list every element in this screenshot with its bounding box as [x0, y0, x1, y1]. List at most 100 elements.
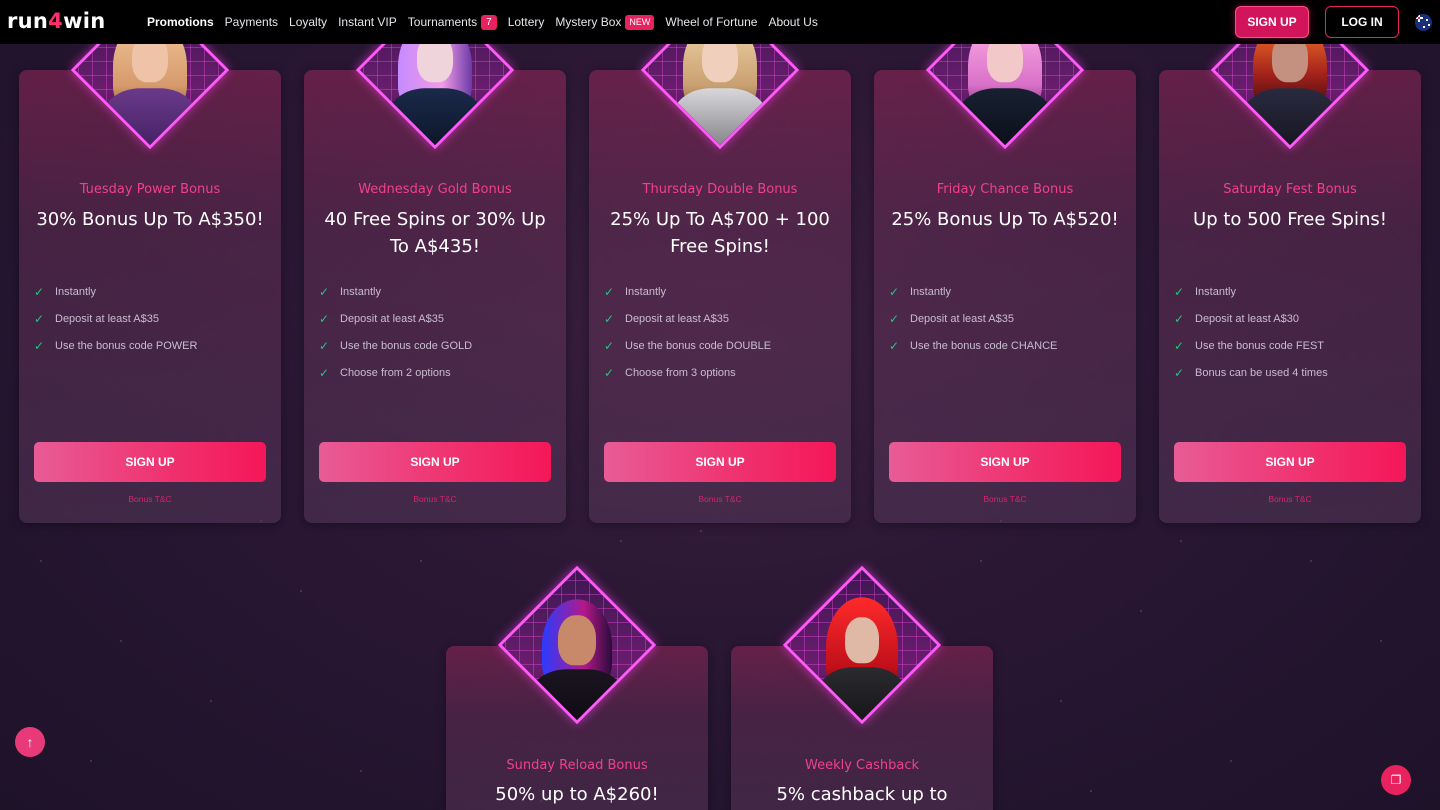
check-icon: ✓	[1174, 284, 1185, 299]
card-title: 40 Free Spins or 30% Up To A$435!	[324, 209, 546, 257]
nav-wheel-of-fortune[interactable]: Wheel of Fortune	[665, 15, 757, 29]
feature-item: ✓ Instantly	[889, 278, 1119, 305]
feature-item: ✓ Use the bonus code GOLD	[319, 332, 549, 359]
card-subtitle: Saturday Fest Bonus	[1223, 182, 1357, 197]
feature-text: Deposit at least A$35	[340, 312, 444, 325]
card-subtitle: Tuesday Power Bonus	[79, 182, 221, 197]
feature-list: ✓ Instantly ✓ Deposit at least A$35 ✓ Use the…	[34, 278, 264, 359]
feature-item: ✓ Deposit at least A$35	[319, 305, 549, 332]
feature-item: ✓ Choose from 2 options	[319, 359, 549, 386]
check-icon: ✓	[1174, 365, 1185, 380]
feature-item: ✓ Deposit at least A$35	[889, 305, 1119, 332]
bonus-tnc-link[interactable]: Bonus T&C	[1159, 494, 1421, 504]
signup-button[interactable]: SIGN UP	[34, 442, 266, 482]
nav-lottery[interactable]: Lottery	[508, 15, 545, 29]
check-icon: ✓	[319, 365, 330, 380]
check-icon: ✓	[889, 311, 900, 326]
check-icon: ✓	[604, 338, 615, 353]
feature-text: Instantly	[625, 285, 666, 298]
feature-text: Choose from 2 options	[340, 366, 451, 379]
check-icon: ✓	[889, 284, 900, 299]
feature-text: Use the bonus code GOLD	[340, 339, 473, 352]
feature-text: Choose from 3 options	[625, 366, 736, 379]
card-title: Up to 500 Free Spins!	[1193, 209, 1387, 230]
header-signup-button[interactable]: SIGN UP	[1235, 6, 1309, 38]
chat-icon[interactable]: ❐	[1381, 765, 1411, 795]
check-icon: ✓	[889, 338, 900, 353]
top-header: run4win Promotions Payments Loyalty Inst…	[0, 0, 1440, 44]
logo-suffix: win	[63, 9, 106, 33]
nav-payments[interactable]: Payments	[225, 15, 278, 29]
bonus-tnc-link[interactable]: Bonus T&C	[589, 494, 851, 504]
check-icon: ✓	[319, 284, 330, 299]
feature-text: Deposit at least A$35	[55, 312, 159, 325]
card-title: 30% Bonus Up To A$350!	[36, 209, 264, 230]
check-icon: ✓	[319, 338, 330, 353]
tournaments-count-badge: 7	[481, 14, 497, 30]
feature-text: Use the bonus code DOUBLE	[625, 339, 772, 352]
nav-instant-vip[interactable]: Instant VIP	[338, 15, 397, 29]
check-icon: ✓	[604, 311, 615, 326]
feature-text: Instantly	[910, 285, 951, 298]
feature-text: Instantly	[1195, 285, 1236, 298]
logo[interactable]: run4win	[7, 9, 106, 33]
card-subtitle: Sunday Reload Bonus	[506, 758, 648, 773]
signup-button[interactable]: SIGN UP	[604, 442, 836, 482]
nav-tournaments[interactable]: Tournaments 7	[408, 14, 497, 30]
check-icon: ✓	[604, 284, 615, 299]
new-badge: NEW	[625, 14, 655, 30]
feature-item: ✓ Deposit at least A$35	[604, 305, 834, 332]
signup-button[interactable]: SIGN UP	[319, 442, 551, 482]
nav-mystery-box[interactable]: Mystery Box NEW	[555, 14, 655, 30]
card-subtitle: Wednesday Gold Bonus	[358, 182, 512, 197]
nav-promotions[interactable]: Promotions	[147, 15, 214, 29]
nav-loyalty[interactable]: Loyalty	[289, 15, 327, 29]
card-title: 5% cashback up to	[776, 784, 948, 805]
feature-item: ✓ Use the bonus code POWER	[34, 332, 264, 359]
feature-item: ✓ Bonus can be used 4 times	[1174, 359, 1404, 386]
feature-text: Use the bonus code POWER	[55, 339, 198, 352]
feature-list: ✓ Instantly ✓ Deposit at least A$30 ✓ Use the…	[1174, 278, 1404, 386]
feature-list: ✓ Instantly ✓ Deposit at least A$35 ✓ Use the…	[889, 278, 1119, 359]
feature-item: ✓ Instantly	[34, 278, 264, 305]
bonus-tnc-link[interactable]: Bonus T&C	[19, 494, 281, 504]
feature-list: ✓ Instantly ✓ Deposit at least A$35 ✓ Use the…	[604, 278, 834, 386]
check-icon: ✓	[604, 365, 615, 380]
feature-list: ✓ Instantly ✓ Deposit at least A$35 ✓ Use the…	[319, 278, 549, 386]
signup-button[interactable]: SIGN UP	[1174, 442, 1406, 482]
nav-about-us[interactable]: About Us	[768, 15, 817, 29]
feature-item: ✓ Use the bonus code FEST	[1174, 332, 1404, 359]
card-title: 25% Bonus Up To A$520!	[891, 209, 1119, 230]
feature-item: ✓ Deposit at least A$30	[1174, 305, 1404, 332]
check-icon: ✓	[34, 311, 45, 326]
check-icon: ✓	[319, 311, 330, 326]
feature-item: ✓ Choose from 3 options	[604, 359, 834, 386]
check-icon: ✓	[34, 284, 45, 299]
feature-item: ✓ Instantly	[1174, 278, 1404, 305]
feature-text: Use the bonus code CHANCE	[910, 339, 1058, 352]
feature-text: Instantly	[55, 285, 96, 298]
bonus-tnc-link[interactable]: Bonus T&C	[874, 494, 1136, 504]
feature-text: Deposit at least A$30	[1195, 312, 1299, 325]
feature-item: ✓ Deposit at least A$35	[34, 305, 264, 332]
feature-item: ✓ Use the bonus code DOUBLE	[604, 332, 834, 359]
feature-text: Instantly	[340, 285, 381, 298]
feature-text: Bonus can be used 4 times	[1195, 366, 1328, 379]
feature-item: ✓ Use the bonus code CHANCE	[889, 332, 1119, 359]
logo-four: 4	[48, 9, 64, 33]
check-icon: ✓	[1174, 338, 1185, 353]
card-subtitle: Friday Chance Bonus	[936, 182, 1074, 197]
card-title: 50% up to A$260!	[495, 784, 659, 805]
feature-text: Use the bonus code FEST	[1195, 339, 1325, 352]
feature-text: Deposit at least A$35	[625, 312, 729, 325]
feature-item: ✓ Instantly	[319, 278, 549, 305]
bonus-tnc-link[interactable]: Bonus T&C	[304, 494, 566, 504]
header-login-button[interactable]: LOG IN	[1325, 6, 1399, 38]
arrow-up-icon[interactable]: ↑	[15, 727, 45, 757]
feature-item: ✓ Instantly	[604, 278, 834, 305]
australia-flag-icon[interactable]	[1415, 14, 1432, 31]
check-icon: ✓	[1174, 311, 1185, 326]
card-subtitle: Thursday Double Bonus	[642, 182, 798, 197]
feature-text: Deposit at least A$35	[910, 312, 1014, 325]
signup-button[interactable]: SIGN UP	[889, 442, 1121, 482]
